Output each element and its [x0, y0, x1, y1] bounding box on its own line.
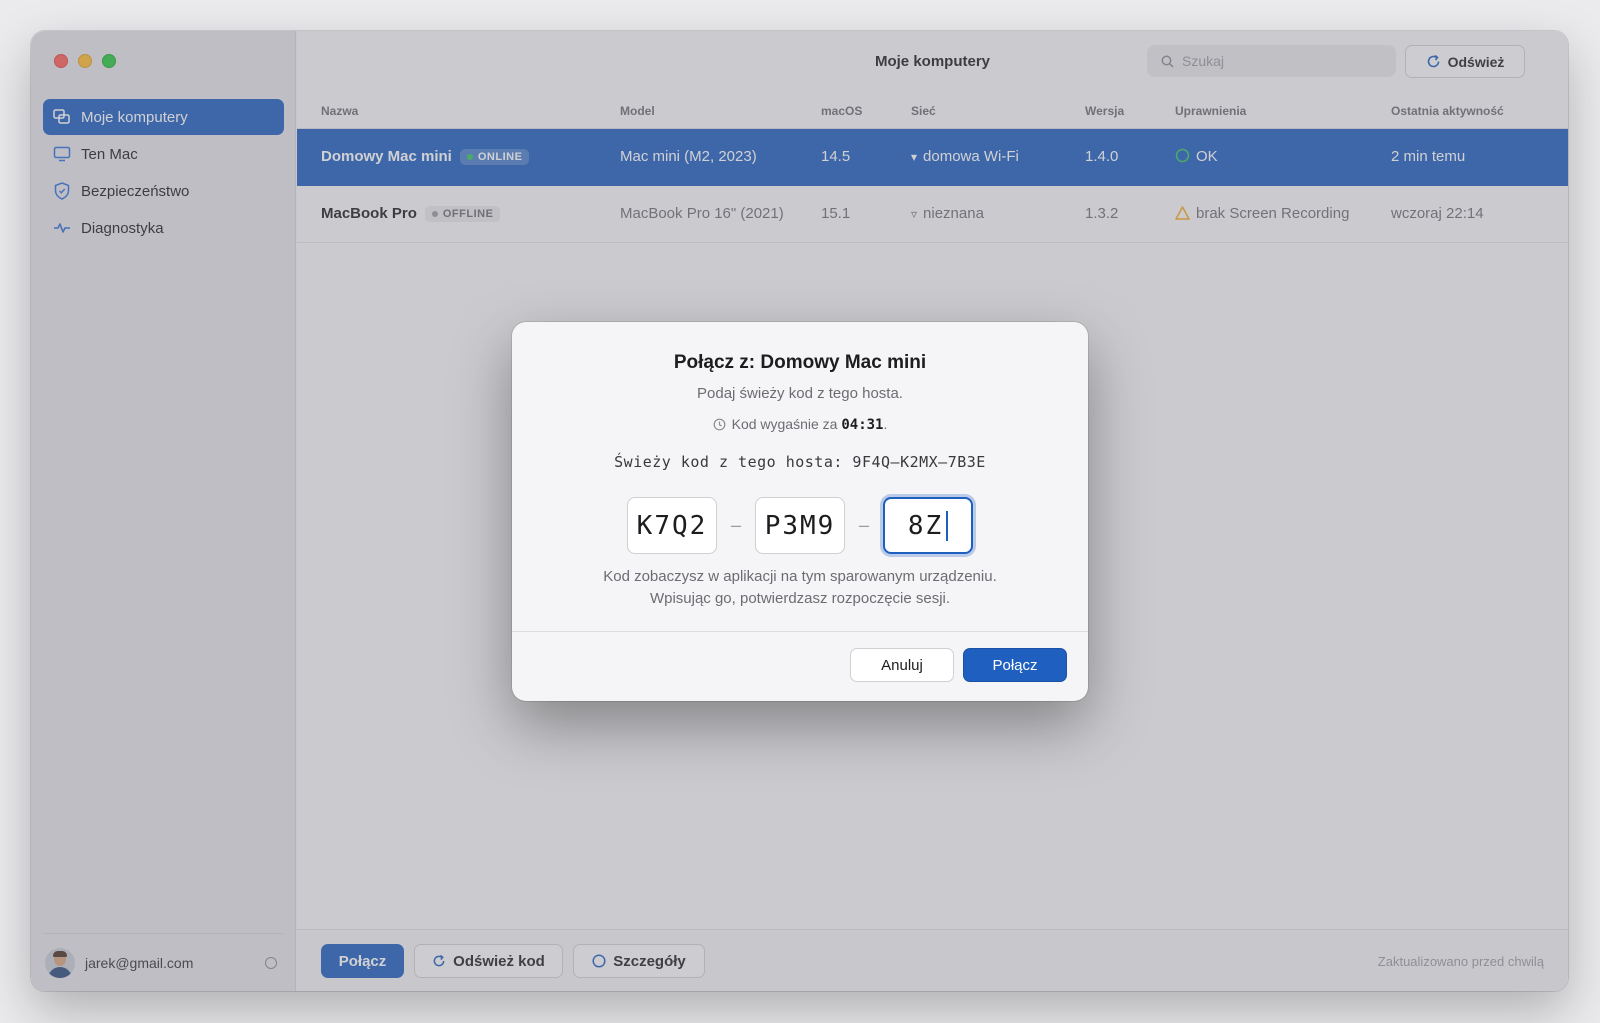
- code-segment-1-input[interactable]: K7Q2: [626, 497, 717, 554]
- help-line-1: Kod zobaczysz w aplikacji na tym sparowa…: [603, 568, 997, 585]
- cancel-button[interactable]: Anuluj: [850, 648, 954, 682]
- clock-icon: [713, 418, 726, 431]
- code-segment-3-input[interactable]: 8Z: [883, 497, 974, 554]
- code-separator: –: [730, 515, 741, 535]
- code-segment-3-value: 8Z: [907, 510, 944, 541]
- code-input-group: K7Q2 – P3M9 – 8Z: [512, 497, 1088, 554]
- code-segment-2-input[interactable]: P3M9: [755, 497, 845, 554]
- timer-value: 04:31: [841, 417, 884, 433]
- expiry-timer: Kod wygaśnie za 04:31.: [512, 416, 1088, 433]
- code-separator: –: [859, 515, 870, 535]
- dialog-subtitle: Podaj świeży kod z tego hosta.: [697, 385, 903, 402]
- text-caret: [946, 510, 949, 541]
- help-line-2: Wpisując go, potwierdzasz rozpoczęcie se…: [649, 590, 951, 607]
- timer-prefix: Kod wygaśnie za: [731, 416, 838, 432]
- dialog-connect-button[interactable]: Połącz: [963, 648, 1067, 682]
- dialog-title: Połącz z: Domowy Mac mini: [673, 352, 927, 373]
- dialog-divider: [512, 631, 1088, 632]
- host-code-line: Świeży kod z tego hosta: 9F4Q–K2MX–7B3E: [614, 453, 986, 471]
- connect-dialog: Połącz z: Domowy Mac mini Podaj świeży k…: [512, 322, 1088, 701]
- timer-suffix: .: [883, 416, 888, 432]
- dialog-help-text: Kod zobaczysz w aplikacji na tym sparowa…: [512, 566, 1088, 610]
